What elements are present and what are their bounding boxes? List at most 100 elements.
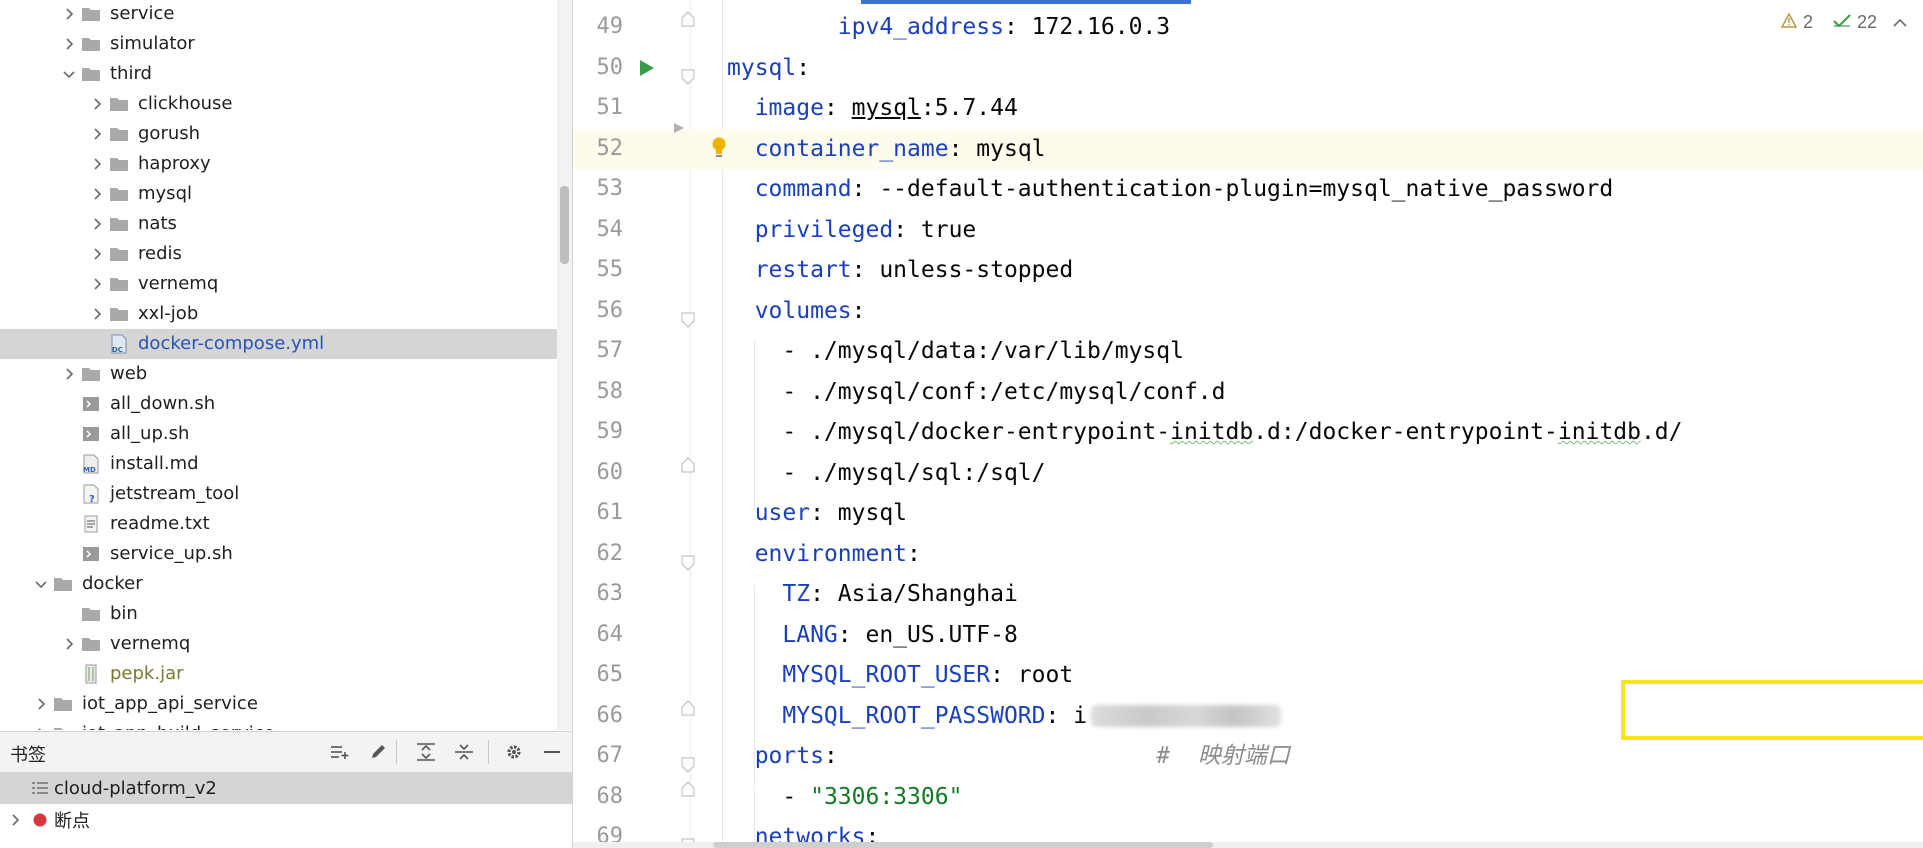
fold-end-icon[interactable]	[680, 11, 696, 27]
code-editor[interactable]: 49 ipv4_address: 172.16.0.3 50 mysql: 51 im…	[573, 0, 1923, 848]
tree-file[interactable]: service_up.sh	[0, 539, 572, 569]
chevron-right-icon[interactable]	[86, 179, 108, 209]
chevron-right-icon[interactable]	[58, 629, 80, 659]
code-token: - ./mysql/docker-entrypoint-	[727, 419, 1171, 445]
fold-marker-icon[interactable]	[673, 119, 687, 133]
inspection-widget[interactable]: 2 22	[1780, 12, 1907, 33]
line-number: 60	[596, 459, 624, 485]
chevron-right-icon[interactable]	[86, 299, 108, 329]
code-line[interactable]: 52 container_name: mysql	[573, 122, 1923, 169]
fold-start-icon[interactable]	[680, 69, 696, 85]
code-line[interactable]: 67 ports: # 映射端口	[573, 736, 1923, 776]
code-line[interactable]: 51 image: mysql:5.7.44	[573, 88, 1923, 128]
tree-folder[interactable]: haproxy	[0, 149, 572, 179]
tree-folder[interactable]: docker	[0, 569, 572, 599]
chevron-right-icon[interactable]	[86, 89, 108, 119]
code-token: MYSQL_ROOT_USER	[782, 662, 991, 688]
chevron-up-icon[interactable]	[1893, 12, 1907, 33]
editor-horizontal-scrollbar[interactable]	[573, 842, 1923, 848]
tree-folder[interactable]: third	[0, 59, 572, 89]
tree-file[interactable]: pepk.jar	[0, 659, 572, 689]
fold-start-icon[interactable]	[680, 555, 696, 571]
tree-folder[interactable]: redis	[0, 239, 572, 269]
fold-start-icon[interactable]	[680, 757, 696, 773]
collapse-all-icon[interactable]	[452, 741, 476, 763]
scrollbar-thumb[interactable]	[713, 842, 1213, 848]
code-line[interactable]: 63 TZ: Asia/Shanghai	[573, 574, 1923, 614]
chevron-right-icon[interactable]	[58, 0, 80, 29]
code-line[interactable]: 68 - "3306:3306"	[573, 777, 1923, 817]
bookmark-item[interactable]: cloud-platform_v2	[0, 772, 572, 804]
tree-folder[interactable]: bin	[0, 599, 572, 629]
tree-folder[interactable]: simulator	[0, 29, 572, 59]
code-line[interactable]: 60 - ./mysql/sql:/sql/	[573, 453, 1923, 493]
chevron-right-icon[interactable]	[86, 209, 108, 239]
line-number: 68	[596, 783, 624, 809]
code-line[interactable]: 56 volumes:	[573, 291, 1923, 331]
breakpoint-icon	[30, 813, 50, 827]
tree-file[interactable]: MD install.md	[0, 449, 572, 479]
code-line[interactable]: 61 user: mysql	[573, 493, 1923, 533]
tree-folder[interactable]: iot_app_api_service	[0, 689, 572, 719]
code-line[interactable]: 49 ipv4_address: 172.16.0.3	[573, 7, 1923, 47]
tree-folder[interactable]: vernemq	[0, 269, 572, 299]
tree-file[interactable]: readme.txt	[0, 509, 572, 539]
chevron-right-icon[interactable]	[86, 149, 108, 179]
chevron-down-icon[interactable]	[58, 59, 80, 89]
add-to-list-icon[interactable]	[328, 741, 352, 763]
tree-folder[interactable]: xxl-job	[0, 299, 572, 329]
scrollbar-thumb[interactable]	[560, 186, 569, 264]
tree-file[interactable]: DC docker-compose.yml	[0, 329, 572, 359]
tree-folder[interactable]: web	[0, 359, 572, 389]
code-line[interactable]: 54 privileged: true	[573, 210, 1923, 250]
tree-folder[interactable]: service	[0, 0, 572, 29]
code-line[interactable]: 58 - ./mysql/conf:/etc/mysql/conf.d	[573, 372, 1923, 412]
code-token: : i	[1045, 702, 1088, 729]
code-line[interactable]: 64 LANG: en_US.UTF-8	[573, 615, 1923, 655]
code-line[interactable]: 57 - ./mysql/data:/var/lib/mysql	[573, 331, 1923, 371]
tree-file[interactable]: all_down.sh	[0, 389, 572, 419]
code-text: volumes:	[727, 291, 866, 331]
tree-folder[interactable]: gorush	[0, 119, 572, 149]
chevron-right-icon[interactable]	[86, 239, 108, 269]
code-line[interactable]: 53 command: --default-authentication-plu…	[573, 169, 1923, 209]
code-line[interactable]: 62 environment:	[573, 534, 1923, 574]
tree-folder[interactable]: vernemq	[0, 629, 572, 659]
project-tree-scrollbar[interactable]	[557, 0, 572, 730]
tree-file[interactable]: all_up.sh	[0, 419, 572, 449]
chevron-right-icon[interactable]	[86, 269, 108, 299]
expand-all-icon[interactable]	[414, 741, 438, 763]
chevron-right-icon[interactable]	[0, 814, 30, 826]
fold-start-icon[interactable]	[680, 312, 696, 328]
tree-folder[interactable]: iot_app_build_service	[0, 719, 572, 730]
breakpoints-item[interactable]: 断点	[0, 804, 572, 836]
folder-icon	[80, 59, 102, 89]
tree-file[interactable]: ? jetstream_tool	[0, 479, 572, 509]
settings-gear-icon[interactable]	[502, 741, 526, 763]
line-number: 61	[596, 500, 624, 525]
chevron-right-icon[interactable]	[30, 719, 52, 730]
tree-folder[interactable]: mysql	[0, 179, 572, 209]
run-icon[interactable]	[639, 59, 657, 77]
chevron-down-icon[interactable]	[30, 569, 52, 599]
fold-end-icon[interactable]	[680, 699, 696, 716]
tree-folder[interactable]: clickhouse	[0, 89, 572, 119]
tree-item-label: docker	[82, 573, 143, 594]
chevron-right-icon[interactable]	[30, 689, 52, 719]
code-line[interactable]: 50 mysql:	[573, 48, 1923, 88]
code-line[interactable]: 59 - ./mysql/docker-entrypoint-initdb.d:…	[573, 412, 1923, 452]
chevron-right-icon[interactable]	[58, 29, 80, 59]
fold-end-icon[interactable]	[680, 456, 696, 473]
code-line[interactable]: 55 restart: unless-stopped	[573, 250, 1923, 290]
edit-icon[interactable]	[366, 741, 390, 763]
folder-icon	[80, 359, 102, 389]
chevron-right-icon[interactable]	[58, 359, 80, 389]
fold-end-icon[interactable]	[680, 780, 696, 797]
minimize-icon[interactable]	[540, 741, 564, 763]
folder-icon	[80, 0, 102, 29]
chevron-right-icon[interactable]	[86, 119, 108, 149]
tree-folder[interactable]: nats	[0, 209, 572, 239]
code-token: -	[727, 783, 811, 810]
